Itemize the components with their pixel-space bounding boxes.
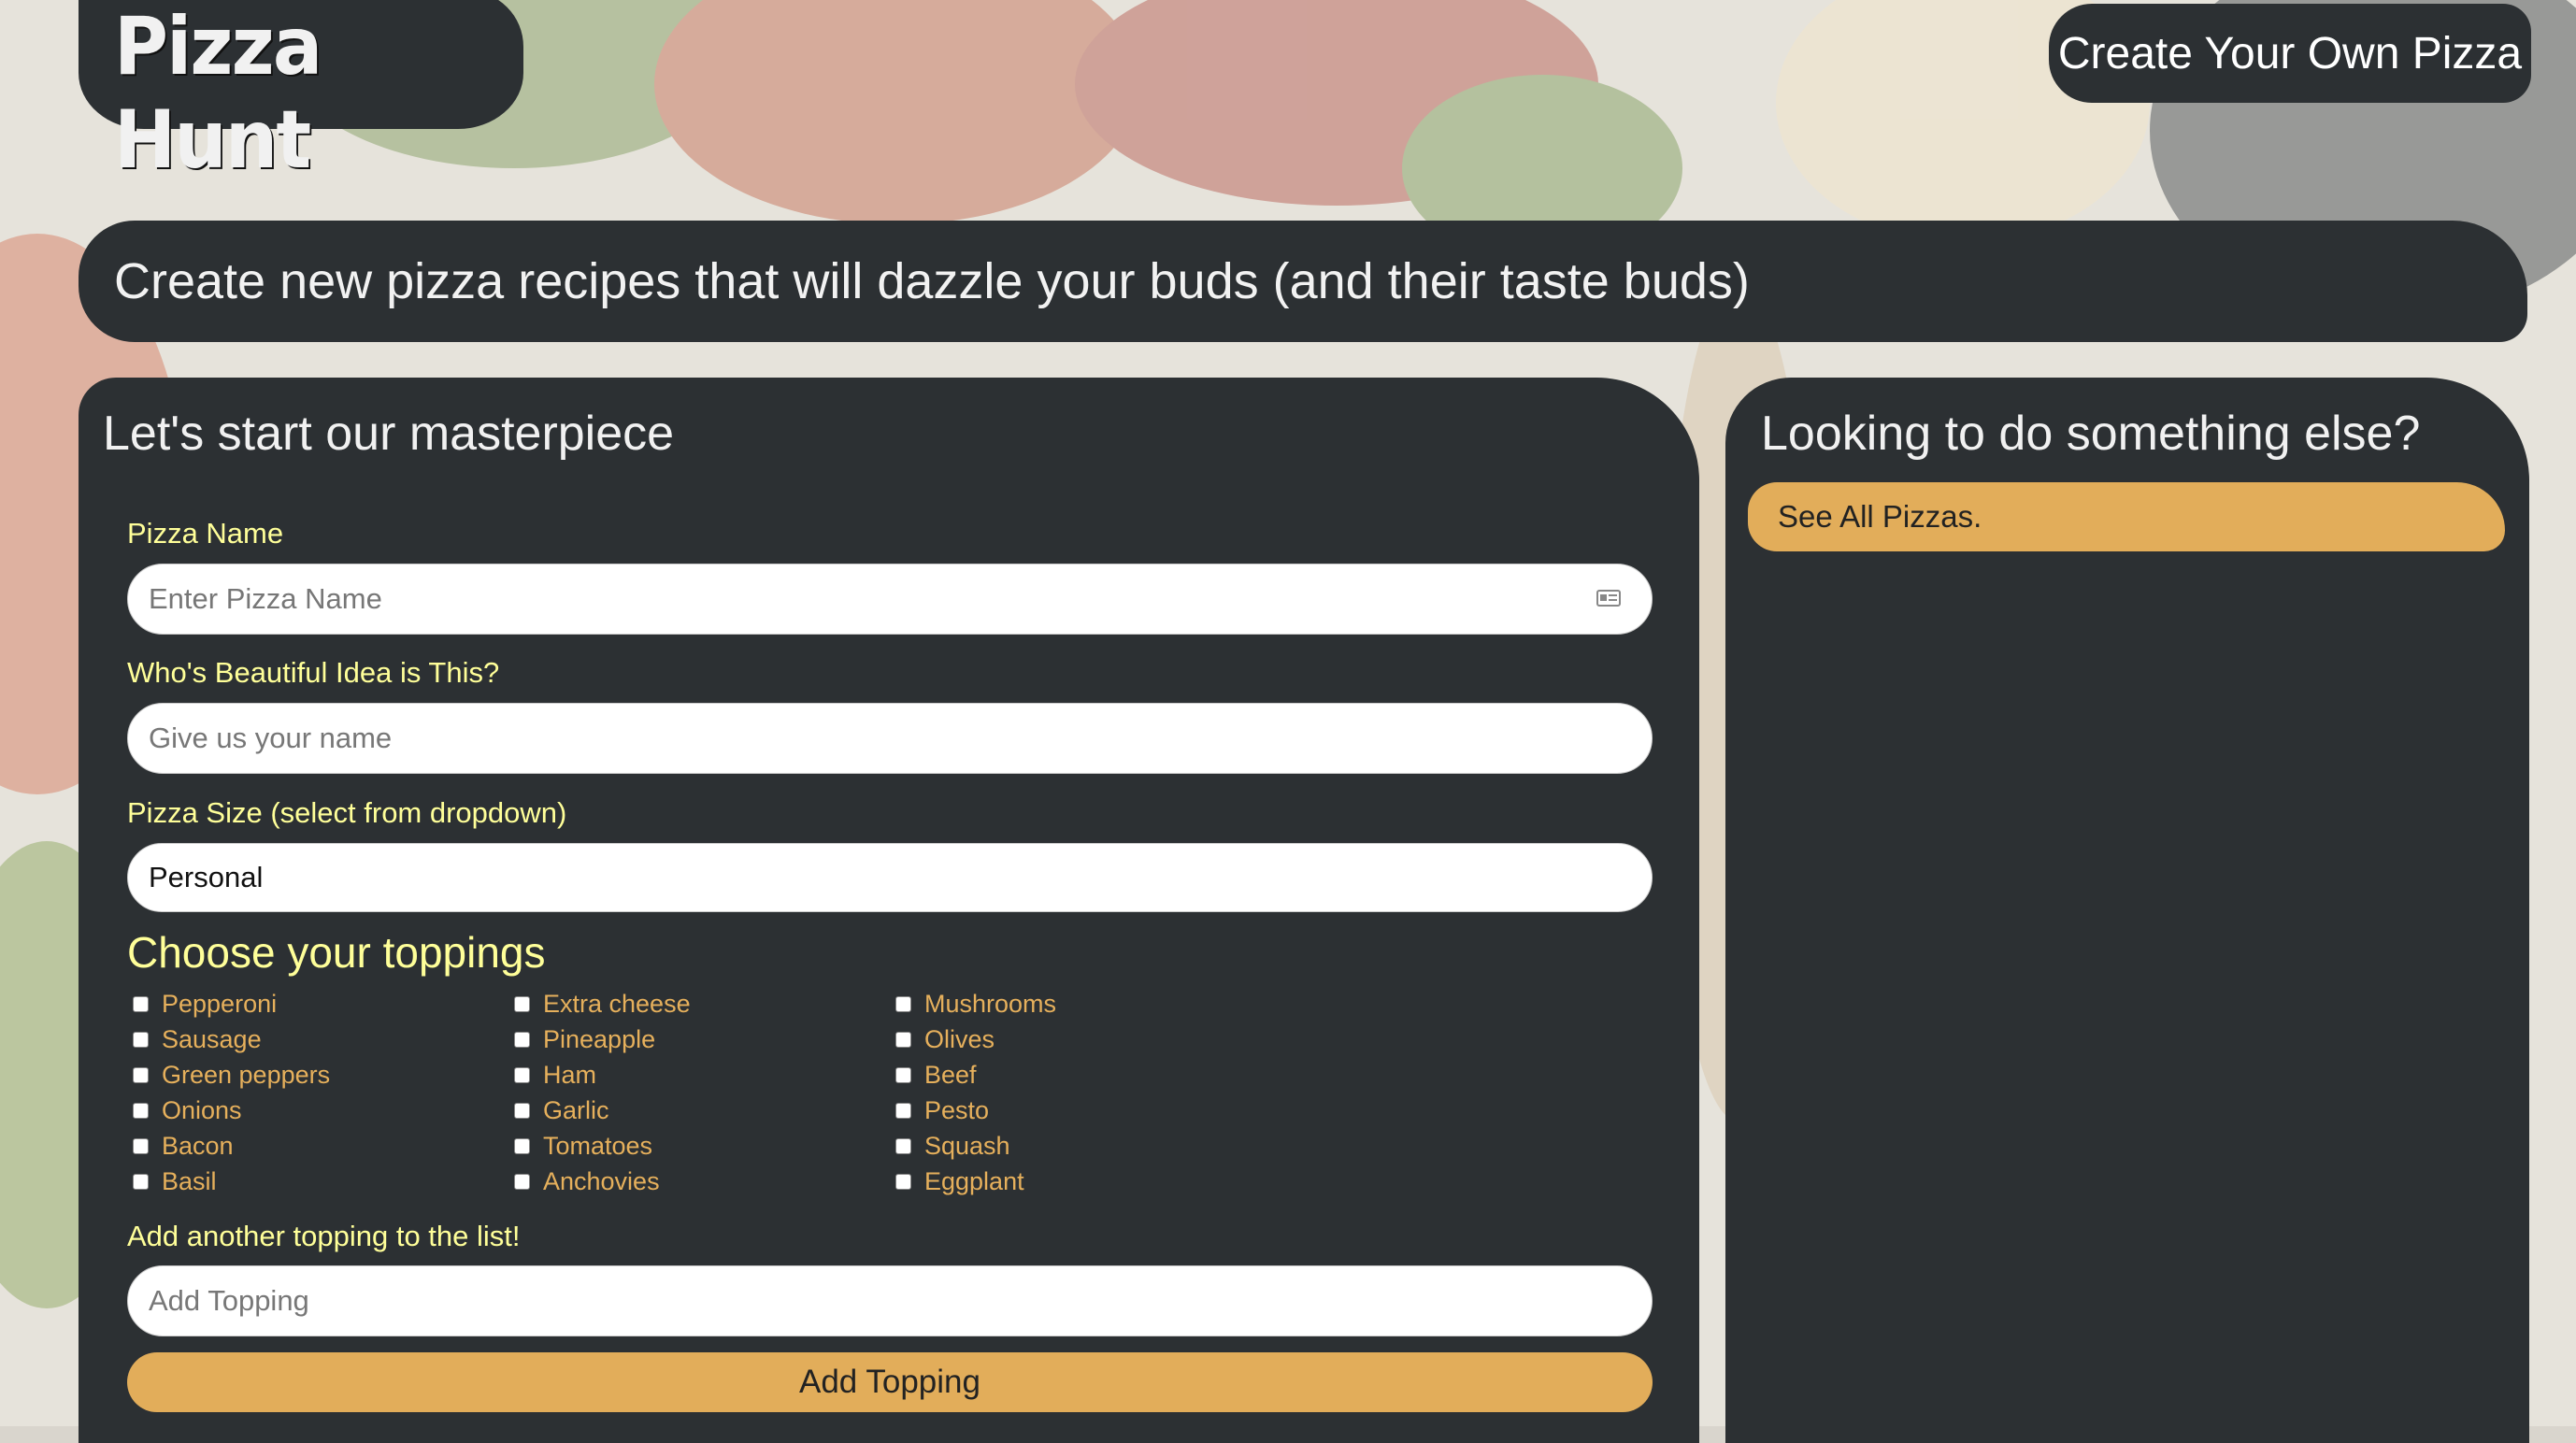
topping-label: Sausage	[162, 1024, 262, 1053]
pizza-size-select[interactable]: Personal	[127, 843, 1653, 912]
tagline-text: Create new pizza recipes that will dazzl…	[114, 253, 1750, 309]
checkbox-icon[interactable]	[514, 1066, 530, 1083]
topping-label: Anchovies	[543, 1166, 660, 1195]
add-topping-label: Add another topping to the list!	[127, 1220, 521, 1252]
pizza-name-input[interactable]	[127, 564, 1653, 635]
topping-label: Mushrooms	[924, 989, 1057, 1018]
checkbox-icon[interactable]	[133, 1102, 149, 1119]
topping-label: Beef	[924, 1060, 977, 1089]
contact-card-icon[interactable]	[1596, 588, 1621, 608]
topping-label: Olives	[924, 1024, 995, 1053]
checkbox-icon[interactable]	[133, 1137, 149, 1154]
toppings-heading: Choose your toppings	[127, 928, 546, 977]
checkbox-icon[interactable]	[514, 995, 530, 1012]
checkbox-icon[interactable]	[133, 1066, 149, 1083]
topping-option[interactable]: Sausage	[133, 1024, 262, 1054]
checkbox-icon[interactable]	[895, 1173, 911, 1190]
pizza-size-selected-value: Personal	[149, 861, 264, 893]
topping-option[interactable]: Green peppers	[133, 1060, 330, 1090]
topping-option[interactable]: Eggplant	[895, 1166, 1024, 1196]
topping-label: Squash	[924, 1131, 1010, 1160]
checkbox-icon[interactable]	[514, 1173, 530, 1190]
topping-option[interactable]: Anchovies	[514, 1166, 660, 1196]
topping-option[interactable]: Ham	[514, 1060, 596, 1090]
checkbox-icon[interactable]	[514, 1031, 530, 1048]
topping-label: Basil	[162, 1166, 217, 1195]
topping-label: Extra cheese	[543, 989, 691, 1018]
topping-option[interactable]: Pesto	[895, 1095, 989, 1125]
tagline-banner: Create new pizza recipes that will dazzl…	[79, 221, 2527, 342]
pizza-name-label: Pizza Name	[127, 517, 284, 550]
topping-option[interactable]: Squash	[895, 1131, 1010, 1161]
creator-label: Who's Beautiful Idea is This?	[127, 656, 500, 689]
topping-label: Garlic	[543, 1095, 609, 1124]
topping-option[interactable]: Onions	[133, 1095, 242, 1125]
topping-label: Green peppers	[162, 1060, 331, 1089]
checkbox-icon[interactable]	[895, 1031, 911, 1048]
form-title: Let's start our masterpiece	[103, 407, 675, 461]
see-all-pizzas-label: See All Pizzas.	[1778, 499, 1982, 534]
topping-option[interactable]: Extra cheese	[514, 989, 691, 1019]
add-topping-input[interactable]	[127, 1265, 1653, 1336]
topping-label: Pineapple	[543, 1024, 656, 1053]
pizza-size-label: Pizza Size (select from dropdown)	[127, 796, 567, 829]
checkbox-icon[interactable]	[514, 1102, 530, 1119]
topping-label: Tomatoes	[543, 1131, 653, 1160]
checkbox-icon[interactable]	[895, 1102, 911, 1119]
topping-label: Eggplant	[924, 1166, 1024, 1195]
topping-option[interactable]: Mushrooms	[895, 989, 1056, 1019]
topping-option[interactable]: Basil	[133, 1166, 217, 1196]
topping-label: Pepperoni	[162, 989, 278, 1018]
add-topping-button[interactable]: Add Topping	[127, 1352, 1653, 1412]
topping-option[interactable]: Pineapple	[514, 1024, 655, 1054]
topping-option[interactable]: Bacon	[133, 1131, 234, 1161]
topping-label: Onions	[162, 1095, 242, 1124]
checkbox-icon[interactable]	[895, 1066, 911, 1083]
topping-option[interactable]: Pepperoni	[133, 989, 277, 1019]
logo-text: Pizza Hunt	[114, 0, 322, 187]
checkbox-icon[interactable]	[133, 1173, 149, 1190]
topping-option[interactable]: Olives	[895, 1024, 995, 1054]
see-all-pizzas-link[interactable]: See All Pizzas.	[1748, 482, 2505, 551]
create-your-own-pizza-button[interactable]: Create Your Own Pizza	[2049, 4, 2531, 103]
topping-label: Bacon	[162, 1131, 234, 1160]
topping-label: Ham	[543, 1060, 597, 1089]
topping-option[interactable]: Garlic	[514, 1095, 609, 1125]
checkbox-icon[interactable]	[133, 1031, 149, 1048]
checkbox-icon[interactable]	[514, 1137, 530, 1154]
sidebar-title: Looking to do something else?	[1761, 407, 2421, 461]
topping-label: Pesto	[924, 1095, 990, 1124]
checkbox-icon[interactable]	[133, 995, 149, 1012]
topping-option[interactable]: Tomatoes	[514, 1131, 652, 1161]
logo[interactable]: Pizza Hunt	[79, 0, 523, 187]
checkbox-icon[interactable]	[895, 995, 911, 1012]
checkbox-icon[interactable]	[895, 1137, 911, 1154]
creator-name-input[interactable]	[127, 703, 1653, 774]
topping-option[interactable]: Beef	[895, 1060, 977, 1090]
